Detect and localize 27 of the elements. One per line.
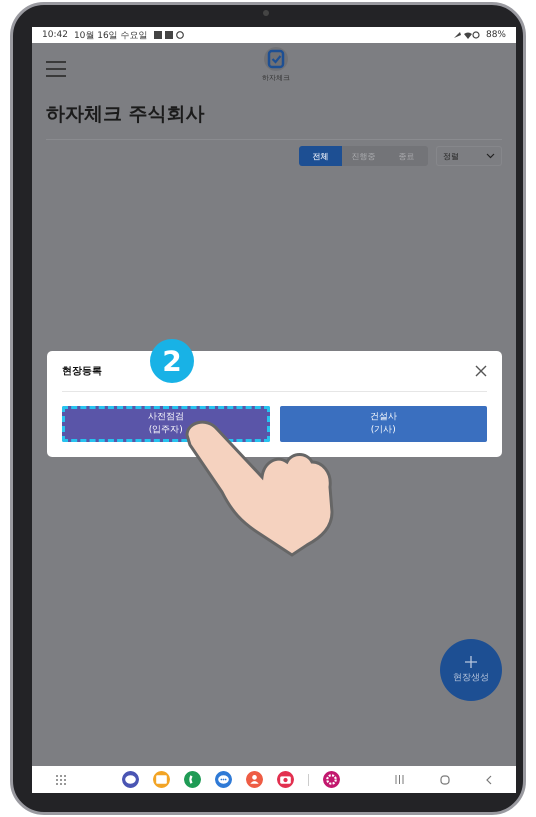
close-icon[interactable] [475, 365, 487, 377]
notification-icons [154, 31, 184, 39]
recents-icon[interactable] [395, 775, 404, 784]
option-button[interactable]: 사전점검 (입주자) [62, 406, 270, 442]
chevron-down-icon [486, 153, 495, 159]
status-time: 10:42 [42, 30, 68, 40]
app-icon[interactable] [322, 771, 340, 788]
app-icon[interactable] [184, 771, 200, 788]
menu-icon[interactable] [46, 61, 66, 77]
back-icon[interactable] [486, 774, 492, 784]
app-icon[interactable] [246, 771, 262, 788]
option-button[interactable]: 건설사 (기사) [280, 406, 487, 442]
apps-grid-icon[interactable] [56, 774, 66, 784]
battery-level: 88% [486, 30, 506, 40]
dialog-title: 현장등록 [62, 365, 102, 378]
clipboard-check-icon [264, 47, 288, 71]
plus-icon [465, 656, 477, 668]
status-icons [454, 31, 480, 39]
app-icon[interactable] [214, 771, 232, 788]
home-icon[interactable] [440, 774, 450, 784]
camera-dot [263, 10, 269, 16]
app-icon[interactable] [276, 771, 294, 788]
page-title: 하자체크 주식회사 [46, 101, 502, 140]
sort-dropdown[interactable]: 정렬 [436, 146, 502, 166]
status-date: 10월 16일 수요일 [74, 30, 148, 42]
app-icon[interactable] [122, 771, 138, 788]
filter-tab[interactable]: 전체 [299, 146, 342, 166]
